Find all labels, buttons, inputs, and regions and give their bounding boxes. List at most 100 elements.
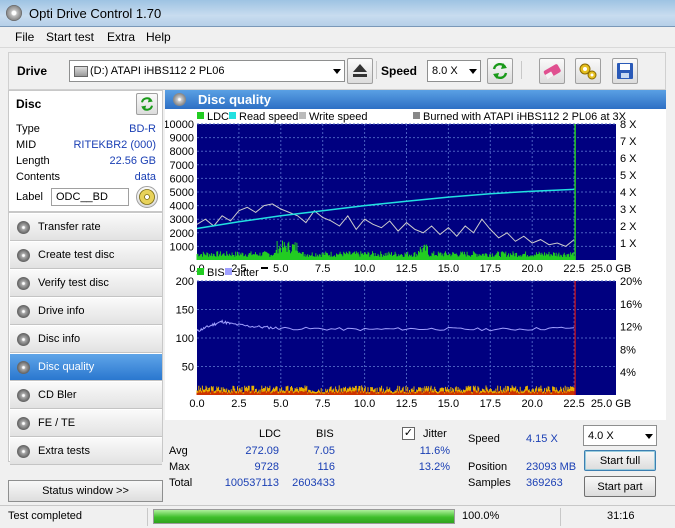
x-tick-label: 15.0 [438, 263, 459, 275]
bis-total-value: 2603433 [292, 477, 335, 489]
ldc-legend-label: LDC [207, 111, 229, 123]
nav-cd-bler[interactable]: CD Bler [10, 382, 162, 409]
nav-drive-info[interactable]: Drive info [10, 298, 162, 325]
refresh-icon [492, 62, 508, 80]
x-tick-label: 7.5 [315, 263, 330, 275]
y-tick-label-left: 5000 [170, 187, 194, 199]
nav-create-test-disc[interactable]: Create test disc [10, 242, 162, 269]
menu-file[interactable]: File [15, 30, 34, 44]
x-tick-label: 10.0 [354, 263, 375, 275]
x-tick-label: 15.0 [438, 398, 459, 410]
menu-help[interactable]: Help [146, 30, 171, 44]
burned-legend-label: Burned with ATAPI iHBS112 2 PL06 at 3X [423, 111, 627, 123]
x-tick-label: 20.0 [521, 263, 542, 275]
menu-extra[interactable]: Extra [107, 30, 135, 44]
x-tick-label: 22.5 [563, 263, 584, 275]
progress-bar [153, 509, 455, 524]
refresh-icon [141, 97, 153, 111]
disc-icon [17, 361, 30, 374]
nav-label: Disc info [38, 333, 81, 345]
ldc-max-value: 9728 [254, 461, 279, 473]
nav-disc-quality[interactable]: Disc quality [10, 354, 162, 381]
y-tick-label-left: 150 [176, 305, 194, 317]
eraser-icon [543, 64, 561, 80]
panel-title: Disc quality [198, 92, 271, 107]
disc-refresh-button[interactable] [136, 93, 158, 115]
nav-fe-te[interactable]: FE / TE [10, 410, 162, 437]
ldc-speed-plot: 0.02.55.07.510.012.515.017.520.022.525.0… [165, 119, 637, 275]
x-tick-label: 2.5 [231, 398, 246, 410]
nav-disc-info[interactable]: Disc info [10, 326, 162, 353]
bis-column-header: BIS [316, 428, 334, 440]
stats-panel: LDC BIS ✓ Jitter Avg 272.09 7.05 11.6% M… [165, 420, 666, 505]
disc-length-label: Length [16, 155, 50, 167]
nav-transfer-rate[interactable]: Transfer rate [10, 214, 162, 241]
drive-label: Drive [17, 64, 48, 78]
ldc-total-value: 100537113 [224, 477, 279, 489]
x-tick-label: 12.5 [396, 263, 417, 275]
window-title: Opti Drive Control 1.70 [29, 6, 162, 21]
y-tick-label-right: 2 X [620, 221, 637, 233]
refresh-speed-button[interactable] [487, 58, 513, 84]
disc-icon [17, 277, 30, 290]
disc-contents-value: data [134, 171, 156, 183]
jitter-column-header: Jitter [423, 428, 447, 440]
ldc-column-header: LDC [259, 428, 282, 440]
samples-label: Samples [468, 477, 511, 489]
x-tick-label: 10.0 [354, 398, 375, 410]
left-panel: Disc Type BD-R MID RITEKBR2 (000) Length… [8, 90, 163, 505]
menu-start-test[interactable]: Start test [46, 30, 94, 44]
y-tick-label-right: 7 X [620, 136, 637, 148]
y-tick-label-left: 4000 [170, 201, 194, 213]
progress-percent: 100.0% [462, 510, 500, 522]
disc-icon [17, 417, 30, 430]
total-row-label: Total [169, 477, 193, 489]
drive-select[interactable]: (D:) ATAPI iHBS112 2 PL06 [69, 60, 345, 82]
disc-label-button[interactable] [136, 186, 158, 208]
bis-legend-label: BIS [207, 267, 225, 279]
eject-button[interactable] [347, 58, 373, 84]
settings-button[interactable] [575, 58, 601, 84]
bis-legend-swatch [197, 268, 204, 275]
speed-stat-label: Speed [468, 433, 500, 445]
y-tick-label-right: 3 X [620, 204, 637, 216]
ldc-avg-value: 272.09 [245, 445, 279, 457]
save-button[interactable] [612, 58, 638, 84]
erase-button[interactable] [539, 58, 565, 84]
test-speed-select-value: 4.0 X [588, 430, 614, 442]
disc-icon [6, 5, 22, 21]
chevron-down-icon [645, 434, 653, 439]
start-full-button[interactable]: Start full [584, 450, 656, 471]
y-tick-label-right: 8% [620, 344, 636, 356]
write-speed-legend-label: Write speed [309, 111, 368, 123]
test-speed-select[interactable]: 4.0 X [583, 425, 657, 446]
nav-label: Disc quality [38, 361, 95, 373]
nav-label: FE / TE [38, 417, 76, 429]
jitter-checkbox[interactable]: ✓ [402, 427, 415, 440]
x-tick-label: 17.5 [480, 398, 501, 410]
y-tick-label-left: 10000 [165, 119, 194, 131]
y-tick-label-right: 12% [620, 322, 642, 334]
drive-select-value: (D:) ATAPI iHBS112 2 PL06 [90, 65, 225, 77]
nav-label: Verify test disc [38, 277, 109, 289]
speed-select[interactable]: 8.0 X [427, 60, 481, 82]
nav-extra-tests[interactable]: Extra tests [10, 438, 162, 465]
y-tick-label-left: 50 [182, 362, 194, 374]
y-tick-label-left: 200 [176, 276, 194, 288]
legend-marker [261, 267, 268, 269]
disc-label-field[interactable]: ODC__BD [51, 188, 129, 206]
x-tick-label: 22.5 [563, 398, 584, 410]
nav-label: Extra tests [38, 445, 90, 457]
write-speed-legend-swatch [299, 112, 306, 119]
disc-icon [173, 93, 186, 106]
nav-verify-test-disc[interactable]: Verify test disc [10, 270, 162, 297]
position-label: Position [468, 461, 508, 473]
start-part-button[interactable]: Start part [584, 476, 656, 497]
y-tick-label-left: 3000 [170, 214, 194, 226]
y-tick-label-right: 4 X [620, 187, 637, 199]
elapsed-time: 31:16 [607, 510, 635, 522]
read-speed-legend-label: Read speed [239, 111, 298, 123]
disc-quality-charts: LDC Read speed Write speed Burned with A… [165, 109, 666, 420]
status-text: Test completed [8, 510, 82, 522]
status-window-button[interactable]: Status window >> [8, 480, 163, 502]
